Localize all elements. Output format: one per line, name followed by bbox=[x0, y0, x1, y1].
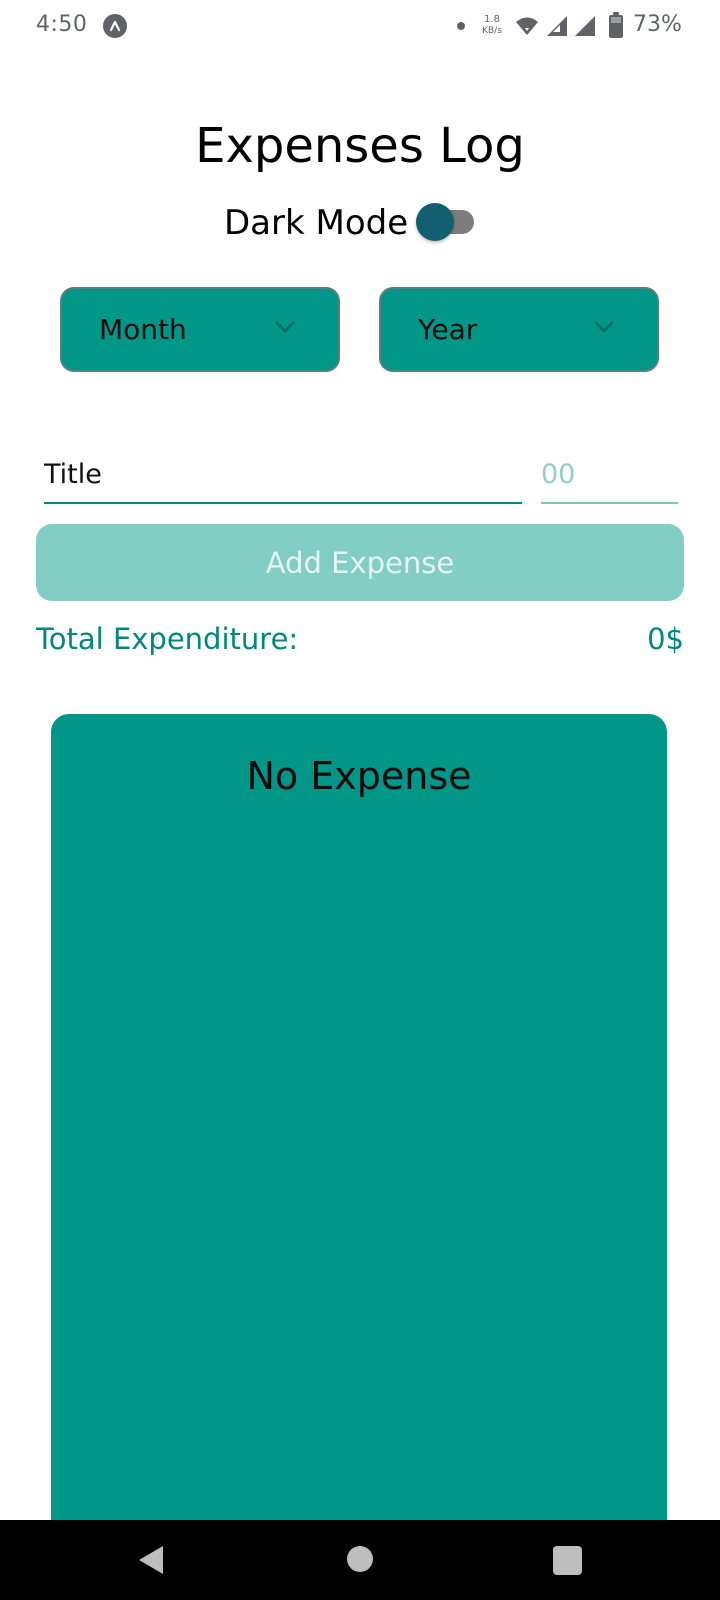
dark-mode-row: Dark Mode bbox=[0, 198, 720, 248]
notification-dot-icon bbox=[457, 22, 465, 30]
signal-icon bbox=[574, 15, 596, 43]
month-dropdown-label: Month bbox=[99, 313, 187, 346]
system-nav-bar bbox=[0, 1520, 720, 1600]
month-dropdown[interactable]: Month bbox=[60, 287, 340, 372]
chevron-down-icon bbox=[593, 319, 615, 338]
page-title: Expenses Log bbox=[195, 118, 525, 174]
year-dropdown-label: Year bbox=[418, 313, 478, 346]
status-time: 4:50 bbox=[36, 12, 88, 37]
title-input[interactable] bbox=[44, 446, 522, 502]
total-expenditure-label: Total Expenditure: bbox=[36, 622, 299, 656]
signal-icon bbox=[546, 15, 568, 43]
expense-list[interactable]: No Expense bbox=[51, 714, 667, 1534]
year-dropdown[interactable]: Year bbox=[379, 287, 659, 372]
network-speed: 1.8 KB/s bbox=[476, 14, 508, 37]
chevron-down-icon bbox=[274, 319, 296, 338]
dark-mode-toggle[interactable] bbox=[416, 202, 478, 242]
status-bar: 4:50 1.8 KB/s 73% bbox=[0, 0, 720, 54]
dark-mode-label: Dark Mode bbox=[224, 203, 409, 243]
app-notification-icon bbox=[103, 14, 127, 38]
home-icon[interactable] bbox=[347, 1546, 373, 1572]
wifi-icon bbox=[515, 15, 539, 43]
battery-icon bbox=[608, 12, 624, 44]
empty-state-text: No Expense bbox=[246, 754, 472, 798]
recents-icon[interactable] bbox=[553, 1546, 582, 1575]
toggle-thumb[interactable] bbox=[416, 203, 454, 241]
app-screen: 4:50 1.8 KB/s 73% Expenses Log Dark Mode bbox=[0, 0, 720, 1600]
network-speed-unit: KB/s bbox=[482, 26, 502, 36]
network-speed-value: 1.8 bbox=[484, 14, 500, 25]
total-expenditure-value: 0$ bbox=[647, 622, 684, 656]
amount-input[interactable] bbox=[541, 446, 678, 502]
amount-field-container bbox=[541, 446, 678, 504]
add-expense-button[interactable]: Add Expense bbox=[36, 524, 684, 601]
title-field-container bbox=[44, 446, 522, 504]
battery-percent: 73% bbox=[633, 12, 682, 37]
back-icon[interactable] bbox=[137, 1544, 165, 1580]
